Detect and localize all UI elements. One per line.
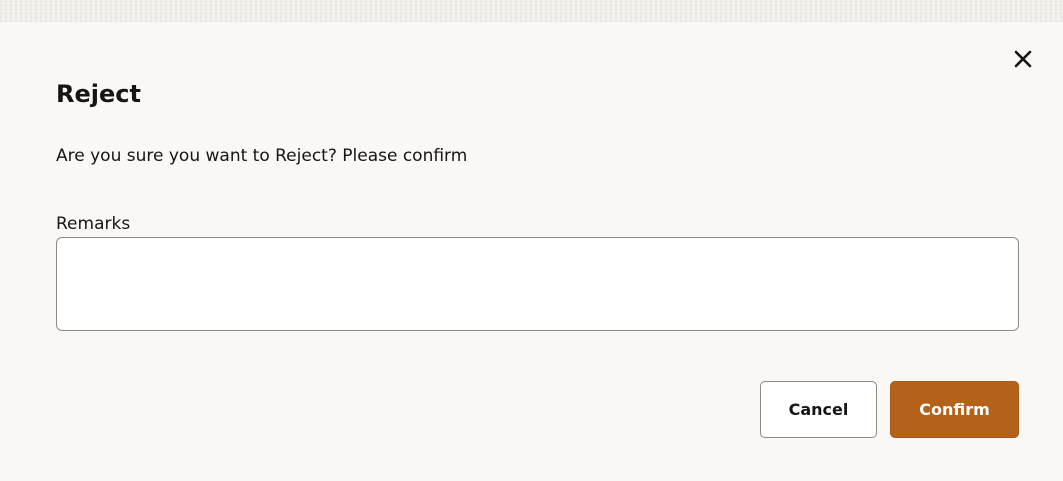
remarks-label: Remarks — [56, 214, 131, 234]
reject-dialog: Reject Are you sure you want to Reject? … — [0, 0, 1063, 481]
confirm-button[interactable]: Confirm — [890, 381, 1019, 438]
confirmation-message: Are you sure you want to Reject? Please … — [56, 146, 468, 166]
cancel-button[interactable]: Cancel — [760, 381, 877, 438]
dialog-title: Reject — [56, 80, 141, 108]
close-icon — [1014, 50, 1032, 68]
remarks-input[interactable] — [56, 237, 1019, 331]
dialog-top-texture — [0, 0, 1063, 22]
close-button[interactable] — [1008, 44, 1038, 74]
